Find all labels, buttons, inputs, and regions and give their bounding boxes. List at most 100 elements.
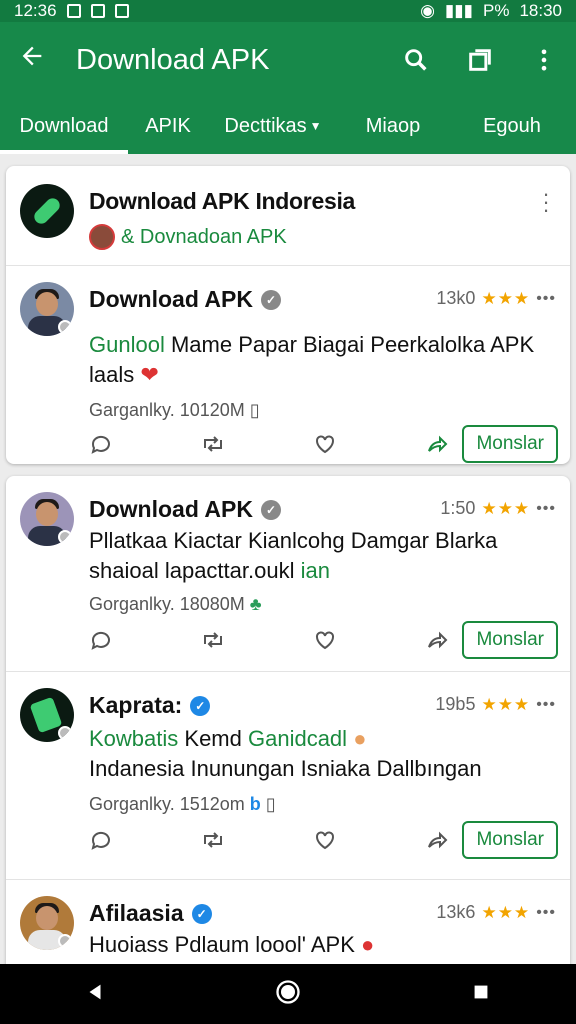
stat-text: Gorganlky. 18080M xyxy=(89,594,245,614)
tab-miaop[interactable]: Miaop xyxy=(338,98,448,154)
more-options-icon[interactable]: ••• xyxy=(536,290,556,308)
nav-recents-button[interactable] xyxy=(470,981,492,1008)
comment-button[interactable] xyxy=(89,432,201,456)
post-author[interactable]: Download APK ✓ xyxy=(89,496,281,523)
monslar-button[interactable]: Monslar xyxy=(462,621,559,659)
status-bar: 12:36 ◉ ▮▮▮ P% 18:30 xyxy=(0,0,576,22)
monslar-button[interactable]: Monslar xyxy=(462,821,559,859)
tab-apik[interactable]: APIK xyxy=(128,98,208,154)
app-bar: Download APK xyxy=(0,22,576,98)
phone-icon: ▯ xyxy=(265,794,276,814)
notification-icon xyxy=(66,4,81,18)
author-name: Afilaasia xyxy=(89,900,184,926)
post-item: Afilaasia ✓ 13k6 ★★★ ••• Huoiass Pdlaum … xyxy=(6,880,570,964)
post-author[interactable]: Download APK ✓ xyxy=(89,286,281,313)
stat-text: Gorganlky. 1512om xyxy=(89,794,245,814)
post-time: 13k6 xyxy=(436,902,476,922)
comment-icon xyxy=(91,831,110,850)
rating-stars: ★★★ xyxy=(481,288,531,308)
avatar[interactable] xyxy=(20,896,74,950)
rating-stars: ★★★ xyxy=(481,902,531,922)
repost-button[interactable] xyxy=(201,828,313,852)
island-icon: ♣ xyxy=(249,594,262,614)
channel-subtitle[interactable]: & Dovnadoan APK xyxy=(121,226,287,249)
post-stat: Gorganlky. 1512om b ▯ xyxy=(89,794,276,815)
post-stat: Gorganlky. 18080M ♣ xyxy=(89,594,262,615)
post-meta: 13k6 ★★★ ••• xyxy=(436,902,556,923)
tab-download[interactable]: Download xyxy=(0,98,128,154)
post-actions: Monslar xyxy=(89,820,559,860)
more-options-icon[interactable]: ••• xyxy=(536,904,556,922)
avatar[interactable] xyxy=(20,492,74,546)
post-text-body: Kemd xyxy=(178,726,248,751)
post-meta: 13k0 ★★★ ••• xyxy=(436,288,556,309)
post-text: Kowbatis Kemd Ganidcadl ● Indanesia Inun… xyxy=(89,724,556,784)
like-button[interactable] xyxy=(313,432,425,456)
repost-button[interactable] xyxy=(201,432,313,456)
post-text-highlight: Kowbatis xyxy=(89,726,179,751)
heart-icon xyxy=(316,631,335,650)
post-meta: 19b5 ★★★ ••• xyxy=(435,694,556,715)
post-time: 13k0 xyxy=(436,288,476,308)
post-item: Download APK ✓ 1:50 ★★★ ••• Pllatkaa Kia… xyxy=(6,476,570,672)
tab-egouh[interactable]: Egouh xyxy=(448,98,576,154)
square-recents-icon xyxy=(474,985,488,998)
comment-button[interactable] xyxy=(89,828,201,852)
tab-decttikas[interactable]: Decttikas ▼ xyxy=(208,98,338,154)
avatar[interactable] xyxy=(20,282,74,336)
share-button[interactable] xyxy=(425,628,462,652)
comment-icon xyxy=(91,631,110,650)
window-button[interactable] xyxy=(448,46,512,74)
post-stat: Garganlky. 10120M ▯ xyxy=(89,400,260,421)
like-button[interactable] xyxy=(313,828,425,852)
triangle-back-icon xyxy=(89,984,101,999)
repost-button[interactable] xyxy=(201,628,313,652)
feed[interactable]: Download APK Indoresia & Dovnadoan APK ·… xyxy=(0,154,576,964)
heart-icon xyxy=(316,831,335,850)
post-item: Download APK ✓ 13k0 ★★★ ••• Gunlool Mame… xyxy=(6,266,570,464)
nav-back-button[interactable] xyxy=(84,981,106,1008)
verified-icon: ✓ xyxy=(191,903,212,924)
share-button[interactable] xyxy=(425,828,462,852)
heart-icon xyxy=(316,435,335,454)
more-button[interactable] xyxy=(512,46,576,74)
post-author[interactable]: Kaprata: ✓ xyxy=(89,692,211,719)
repost-icon xyxy=(204,832,223,848)
system-nav-bar xyxy=(0,964,576,1024)
monslar-button[interactable]: Monslar xyxy=(462,425,559,463)
window-icon xyxy=(469,49,491,71)
signal-icon: ▮▮▮ xyxy=(444,1,473,20)
share-button[interactable] xyxy=(425,432,462,456)
tab-label: Download xyxy=(19,114,109,137)
avatar[interactable] xyxy=(20,688,74,742)
post-text-highlight: Gunlool xyxy=(89,332,165,357)
post-text: Gunlool Mame Papar Biagai Peerkalolka AP… xyxy=(89,330,556,390)
arrow-back-icon xyxy=(22,46,42,66)
feed-card: Download APK ✓ 1:50 ★★★ ••• Pllatkaa Kia… xyxy=(6,476,570,964)
post-text-body: Pllatkaa Kiactar Kianlcohg Damgar Blarka… xyxy=(89,528,498,583)
status-time-right: 18:30 xyxy=(519,1,562,20)
share-icon xyxy=(428,831,448,849)
channel-header: Download APK Indoresia & Dovnadoan APK ·… xyxy=(6,166,570,266)
post-text: Huoiass Pdlaum loool' APK ● xyxy=(89,930,556,960)
flag-emoji-icon: ● xyxy=(361,932,375,957)
rating-stars: ★★★ xyxy=(481,498,531,518)
search-icon xyxy=(405,49,427,71)
back-button[interactable] xyxy=(0,42,64,78)
search-button[interactable] xyxy=(384,46,448,74)
post-author[interactable]: Afilaasia ✓ xyxy=(89,900,212,927)
repost-icon xyxy=(204,632,223,648)
more-options-icon[interactable]: ••• xyxy=(536,500,556,518)
more-options-icon[interactable]: · · · xyxy=(536,183,556,221)
tab-bar: Download APIK Decttikas ▼ Miaop Egouh xyxy=(0,98,576,154)
wifi-icon: ◉ xyxy=(420,1,435,20)
mini-avatar xyxy=(89,224,115,250)
comment-button[interactable] xyxy=(89,628,201,652)
app-logo[interactable] xyxy=(20,184,74,238)
nav-home-button[interactable] xyxy=(274,978,302,1011)
feed-card: Download APK Indoresia & Dovnadoan APK ·… xyxy=(6,166,570,464)
author-name: Kaprata: xyxy=(89,692,183,718)
like-button[interactable] xyxy=(313,628,425,652)
more-options-icon[interactable]: ••• xyxy=(536,696,556,714)
leaf-icon xyxy=(31,195,63,227)
